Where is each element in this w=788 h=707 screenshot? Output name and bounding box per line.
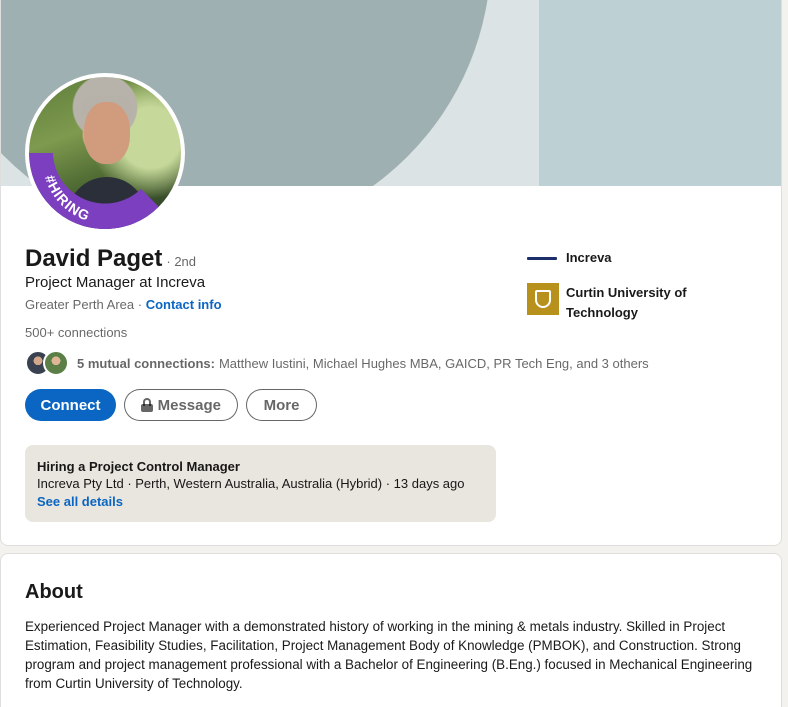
- org-increva[interactable]: Increva: [527, 248, 612, 268]
- profile-headline: Project Manager at Increva: [25, 274, 206, 291]
- location-separator: ·: [134, 297, 146, 312]
- connection-degree: · 2nd: [166, 254, 197, 269]
- profile-avatar[interactable]: #HIRING: [25, 73, 185, 233]
- contact-info-link[interactable]: Contact info: [146, 297, 222, 312]
- connections-count[interactable]: 500+ connections: [25, 325, 127, 340]
- about-title: About: [25, 581, 83, 603]
- profile-location: Greater Perth Area: [25, 297, 135, 312]
- mutual-count: 5 mutual connections:: [77, 355, 215, 371]
- more-button[interactable]: More: [246, 389, 317, 421]
- hiring-title: Hiring a Project Control Manager: [37, 459, 240, 474]
- banner-panel: [539, 0, 781, 186]
- increva-logo-icon: [527, 248, 559, 268]
- message-button[interactable]: Message: [124, 389, 238, 421]
- lock-icon: [141, 398, 153, 412]
- location-row: Greater Perth Area · Contact info: [25, 297, 222, 312]
- about-text: Experienced Project Manager with a demon…: [25, 619, 753, 691]
- profile-photo: #HIRING: [29, 77, 181, 229]
- mutual-avatars: [25, 350, 71, 376]
- hiring-card[interactable]: Hiring a Project Control Manager Increva…: [25, 445, 496, 522]
- profile-card: #HIRING David Paget · 2nd Project Manage…: [0, 0, 782, 546]
- message-label: Message: [157, 396, 221, 414]
- org-name: Increva: [566, 250, 612, 265]
- about-card: About Experienced Project Manager with a…: [0, 553, 782, 707]
- hiring-meta: Increva Pty Ltd · Perth, Western Austral…: [37, 476, 465, 491]
- name-row: David Paget · 2nd: [25, 245, 196, 273]
- connect-button[interactable]: Connect: [25, 389, 116, 421]
- mutual-connections[interactable]: 5 mutual connections: Matthew Iustini, M…: [25, 350, 649, 376]
- mutual-avatar: [43, 350, 69, 376]
- org-name: Curtin University of Technology: [566, 285, 687, 320]
- see-all-details-link[interactable]: See all details: [37, 493, 484, 510]
- curtin-logo-icon: [527, 283, 559, 315]
- mutual-names: Matthew Iustini, Michael Hughes MBA, GAI…: [218, 355, 649, 371]
- org-curtin[interactable]: Curtin University of Technology: [527, 283, 727, 323]
- profile-name: David Paget: [25, 245, 163, 272]
- profile-actions: Connect Message More: [25, 389, 317, 421]
- hiring-frame: #HIRING: [29, 153, 159, 229]
